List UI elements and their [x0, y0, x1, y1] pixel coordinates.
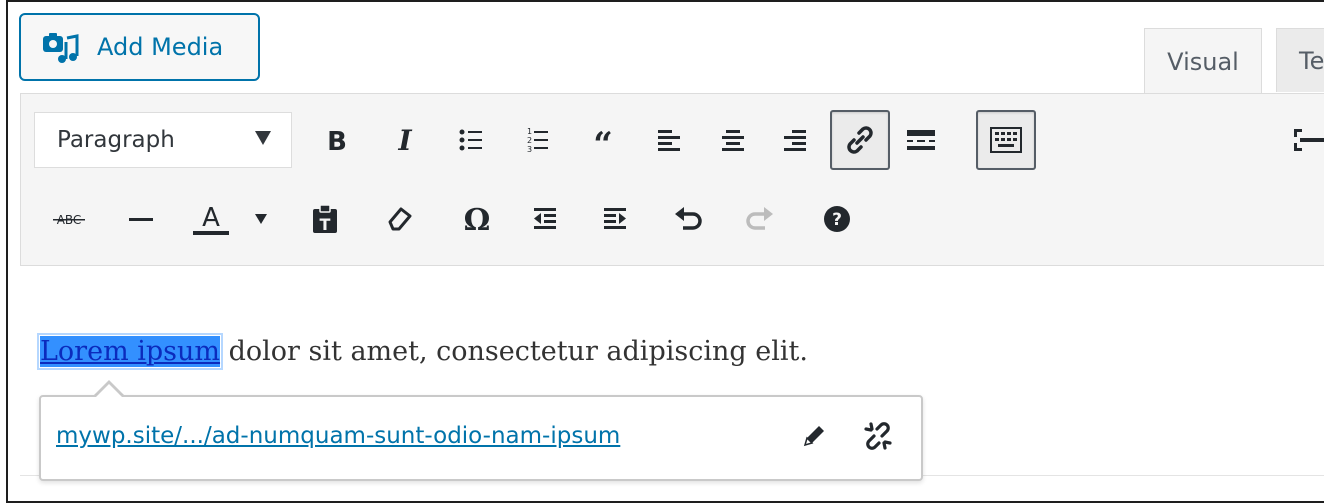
svg-text:1: 1 — [527, 127, 532, 136]
selected-link-text[interactable]: Lorem ipsum — [36, 333, 224, 370]
numbered-list-icon: 1 2 3 — [527, 127, 548, 154]
text-color-dropdown[interactable] — [246, 194, 276, 244]
svg-text:B: B — [327, 127, 347, 155]
paste-as-text-button[interactable]: T — [300, 194, 350, 244]
clear-formatting-button[interactable] — [374, 194, 424, 244]
bold-button[interactable]: B — [312, 115, 362, 165]
align-center-button[interactable] — [708, 115, 758, 165]
align-right-button[interactable] — [770, 115, 820, 165]
fullscreen-button[interactable] — [1290, 115, 1324, 165]
svg-text:I: I — [397, 125, 412, 155]
undo-icon — [675, 207, 702, 230]
special-character-button[interactable]: Ω — [452, 194, 502, 244]
horizontal-line-button[interactable] — [116, 194, 166, 244]
keyboard-shortcuts-icon: ? — [824, 206, 850, 232]
blockquote-icon: “ — [593, 125, 613, 155]
paste-as-text-icon: T — [313, 204, 337, 234]
strikethrough-icon: ABC — [53, 213, 85, 227]
svg-text:?: ? — [832, 210, 842, 230]
fullscreen-icon — [1294, 129, 1324, 151]
horizontal-line-icon — [129, 218, 153, 221]
edit-link-icon — [803, 426, 824, 447]
svg-text:Ω: Ω — [464, 203, 491, 235]
svg-text:A: A — [202, 203, 220, 233]
read-more-icon — [907, 130, 935, 150]
tab-visual[interactable]: Visual — [1144, 28, 1262, 94]
align-right-icon — [784, 130, 806, 151]
tab-text[interactable]: Te — [1276, 28, 1324, 92]
redo-button[interactable] — [734, 194, 784, 244]
undo-button[interactable] — [664, 194, 714, 244]
editor-paragraph[interactable]: Lorem ipsum dolor sit amet, consectetur … — [36, 333, 808, 370]
align-left-icon — [658, 130, 680, 151]
svg-text:“: “ — [593, 125, 613, 155]
frame-top-border — [6, 0, 1324, 2]
svg-text:T: T — [320, 215, 331, 234]
strikethrough-button[interactable]: ABC — [44, 194, 94, 244]
toolbar-toggle-icon — [990, 127, 1022, 153]
link-popup-arrow-inner — [95, 384, 123, 398]
decrease-indent-icon — [534, 208, 556, 229]
media-icon — [43, 33, 79, 63]
add-media-button[interactable]: Add Media — [19, 13, 260, 81]
remove-link-icon — [864, 422, 892, 450]
caret-down-icon — [255, 131, 271, 145]
remove-link-button[interactable] — [856, 414, 900, 458]
decrease-indent-button[interactable] — [520, 194, 570, 244]
edit-link-button[interactable] — [792, 414, 836, 458]
italic-icon: I — [397, 125, 412, 155]
svg-text:3: 3 — [527, 145, 532, 154]
caret-down-icon — [255, 214, 267, 224]
clear-formatting-icon — [388, 207, 412, 231]
blockquote-button[interactable]: “ — [578, 115, 628, 165]
bulleted-list-icon — [459, 129, 482, 151]
text-color-button[interactable]: A — [186, 194, 236, 244]
svg-text:2: 2 — [527, 136, 532, 145]
paragraph-text: dolor sit amet, consectetur adipiscing e… — [220, 336, 808, 367]
insert-link-button[interactable] — [830, 110, 890, 170]
special-character-icon: Ω — [464, 203, 491, 235]
read-more-button[interactable] — [896, 115, 946, 165]
add-media-label: Add Media — [97, 33, 224, 61]
increase-indent-button[interactable] — [590, 194, 640, 244]
bulleted-list-button[interactable] — [446, 115, 496, 165]
format-select-value: Paragraph — [57, 127, 175, 153]
keyboard-shortcuts-button[interactable]: ? — [812, 194, 862, 244]
redo-icon — [746, 207, 773, 230]
insert-link-icon — [847, 126, 873, 154]
toolbar-toggle-button[interactable] — [976, 110, 1036, 170]
italic-button[interactable]: I — [380, 115, 430, 165]
link-url[interactable]: mywp.site/.../ad-numquam-sunt-odio-nam-i… — [56, 423, 620, 449]
text-color-icon: A — [193, 203, 229, 235]
format-select[interactable]: Paragraph — [34, 112, 292, 168]
numbered-list-button[interactable]: 1 2 3 — [512, 115, 562, 165]
align-left-button[interactable] — [644, 115, 694, 165]
bold-icon: B — [327, 127, 347, 155]
align-center-icon — [722, 130, 744, 151]
increase-indent-icon — [604, 208, 626, 229]
